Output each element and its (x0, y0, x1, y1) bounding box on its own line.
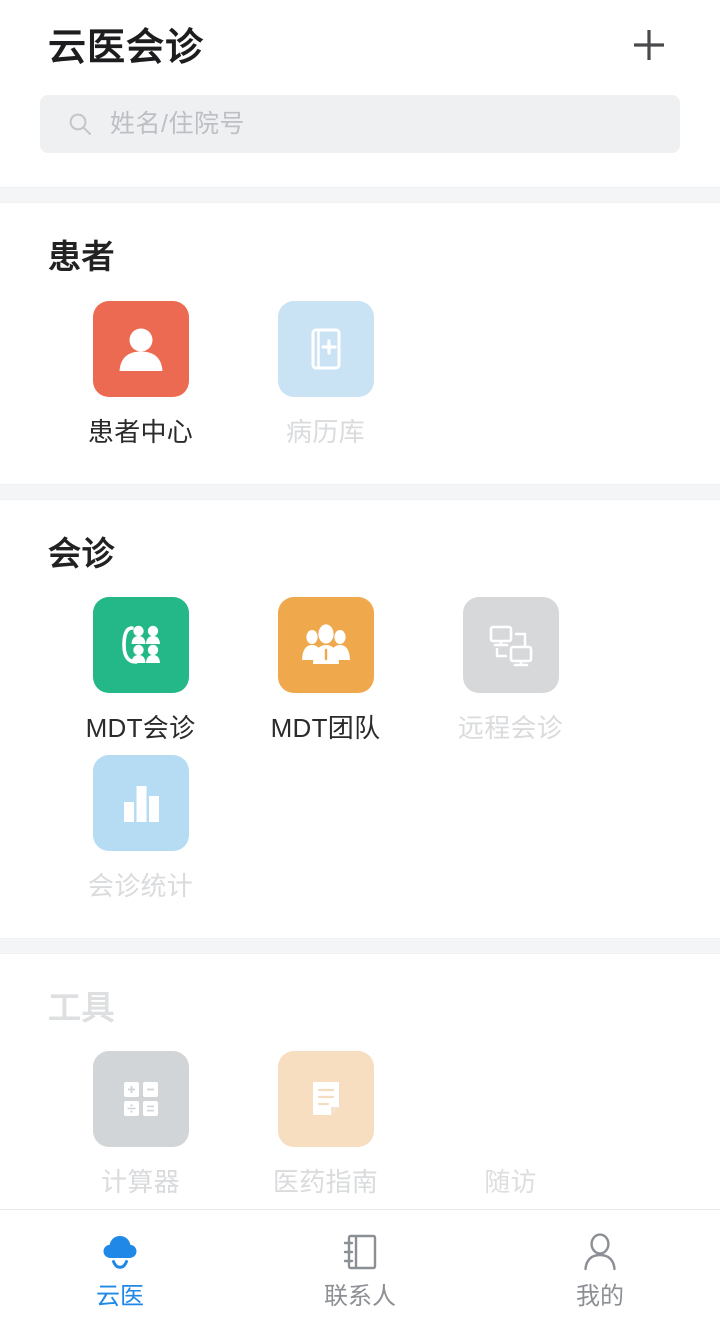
cloud-icon (97, 1229, 143, 1275)
search-icon (66, 110, 94, 138)
plus-icon (629, 25, 669, 70)
tile-mdt-consultation[interactable]: MDT会诊 (48, 597, 233, 744)
remote-screens-icon (462, 597, 559, 694)
group-consult-icon (92, 597, 189, 694)
document-lines-icon (277, 1051, 374, 1148)
search-input[interactable]: 姓名/住院号 (40, 95, 680, 153)
section-title-tools: 工具 (48, 988, 115, 1026)
section-divider-2 (0, 483, 720, 500)
tile-mdt-team[interactable]: MDT团队 (233, 597, 418, 744)
tile-grid-consultation: MDT会诊 MDT团队 远程会诊 会诊统计 (48, 579, 672, 911)
tile-label: 计算器 (101, 1167, 180, 1198)
tile-label: MDT团队 (270, 713, 381, 744)
search-placeholder: 姓名/住院号 (110, 109, 245, 138)
user-avatar-icon (92, 300, 189, 397)
person-icon (577, 1229, 623, 1275)
tab-contacts[interactable]: 联系人 (240, 1210, 480, 1322)
tile-label: 患者中心 (87, 416, 194, 447)
search-section: 姓名/住院号 (0, 95, 720, 167)
tab-label: 我的 (576, 1282, 624, 1310)
tab-profile[interactable]: 我的 (480, 1210, 720, 1322)
tile-label: 会诊统计 (87, 870, 194, 901)
tile-label: 随访 (484, 1167, 537, 1198)
app-screen: 云医会诊 姓名/住院号 患者 患者中心 病历库 会诊 MDT会诊 MDT团队 远… (0, 0, 720, 1322)
bar-chart-icon (92, 754, 189, 851)
tile-remote-consultation: 远程会诊 (418, 597, 603, 744)
tile-label: 远程会诊 (457, 713, 564, 744)
section-patients: 患者 患者中心 病历库 (0, 203, 720, 458)
section-title-consultation: 会诊 (48, 534, 115, 572)
tile-label: 病历库 (286, 416, 365, 447)
tab-label: 云医 (96, 1282, 144, 1310)
tab-cloud-medical[interactable]: 云医 (0, 1210, 240, 1322)
medical-record-book-icon (277, 300, 374, 397)
tile-medicine-guide: 医药指南 (233, 1051, 418, 1198)
tile-medical-record-library: 病历库 (233, 300, 418, 448)
bottom-navigation: 云医 联系人 我的 (0, 1208, 720, 1322)
contacts-book-icon (337, 1229, 383, 1275)
tile-label: MDT会诊 (85, 713, 196, 744)
no-icon-placeholder (463, 1051, 559, 1147)
section-consultation: 会诊 MDT会诊 MDT团队 远程会诊 会诊统计 (0, 499, 720, 912)
tab-label: 联系人 (324, 1282, 396, 1310)
tile-label: 医药指南 (272, 1167, 379, 1198)
tile-patient-center[interactable]: 患者中心 (48, 300, 233, 448)
tile-grid-patients: 患者中心 病历库 (48, 283, 672, 458)
tile-calculator: 计算器 (48, 1051, 233, 1198)
tile-consultation-statistics: 会诊统计 (48, 754, 233, 902)
calculator-icon (92, 1051, 189, 1148)
header-spacer (0, 167, 720, 187)
add-button[interactable] (622, 21, 676, 75)
app-header: 云医会诊 (0, 0, 720, 95)
tile-grid-tools: 计算器 医药指南 随访 (48, 1033, 672, 1208)
section-divider-3 (0, 937, 720, 954)
tile-follow-up: 随访 (418, 1051, 603, 1198)
section-title-patients: 患者 (48, 238, 115, 275)
section-tools: 工具 计算器 医药指南 随访 (0, 953, 720, 1209)
team-people-icon (277, 597, 374, 694)
section-divider-1 (0, 187, 720, 203)
page-title: 云医会诊 (48, 26, 205, 69)
